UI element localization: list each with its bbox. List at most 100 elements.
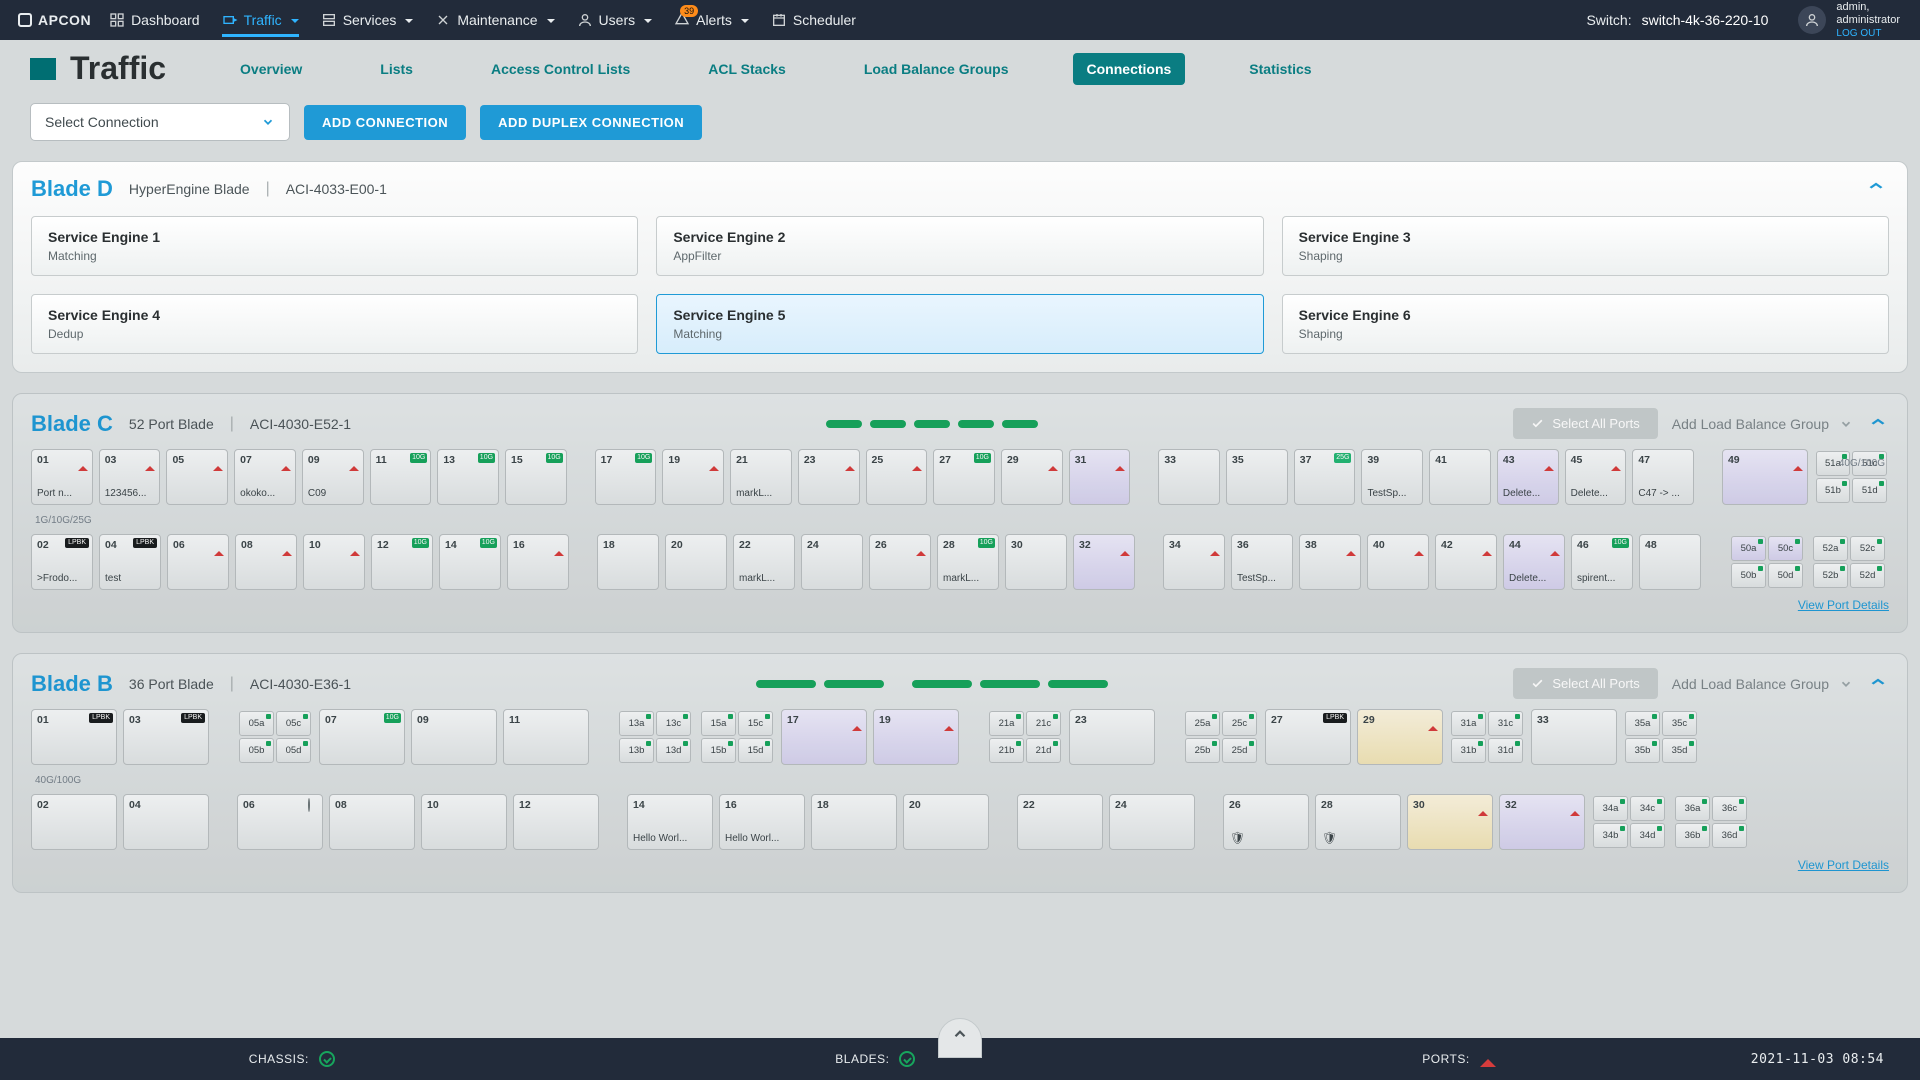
port[interactable]: 25 (866, 449, 928, 505)
subport[interactable]: 50b (1731, 563, 1766, 588)
port[interactable]: 3725G (1294, 449, 1356, 505)
port[interactable]: 40 (1367, 534, 1429, 590)
subport[interactable]: 36d (1712, 823, 1747, 848)
collapse-toggle[interactable] (1865, 178, 1887, 198)
view-port-details-link[interactable]: View Port Details (1798, 858, 1889, 872)
nav-item-scheduler[interactable]: Scheduler (771, 3, 856, 37)
port-quad[interactable]: 50a50c50b50d (1729, 534, 1805, 590)
subport[interactable]: 31d (1488, 738, 1523, 763)
subport[interactable]: 25d (1222, 738, 1257, 763)
service-engine-card[interactable]: Service Engine 4Dedup (31, 294, 638, 354)
collapse-toggle[interactable] (1867, 674, 1889, 694)
add-lbg-dropdown[interactable]: Add Load Balance Group (1672, 416, 1853, 432)
subport[interactable]: 51b (1816, 478, 1851, 503)
port[interactable]: 22 (1017, 794, 1103, 850)
port[interactable]: 18 (597, 534, 659, 590)
port-quad[interactable]: 21a21c21b21d (987, 709, 1063, 765)
service-engine-card[interactable]: Service Engine 2AppFilter (656, 216, 1263, 276)
port[interactable]: 02 (31, 794, 117, 850)
subport[interactable]: 52b (1813, 563, 1848, 588)
port[interactable]: 10 (303, 534, 365, 590)
subport[interactable]: 52d (1850, 563, 1885, 588)
tab-overview[interactable]: Overview (226, 53, 316, 85)
port[interactable]: 04LPBKtest (99, 534, 161, 590)
switch-indicator[interactable]: Switch: switch-4k-36-220-10 (1586, 12, 1768, 28)
subport[interactable]: 25c (1222, 711, 1257, 736)
port[interactable]: 1210G (371, 534, 433, 590)
port[interactable]: 1710G (595, 449, 657, 505)
port[interactable]: 09C09 (302, 449, 364, 505)
subport[interactable]: 36b (1675, 823, 1710, 848)
subport[interactable]: 52c (1850, 536, 1885, 561)
select-connection-dropdown[interactable]: Select Connection (30, 103, 290, 141)
port[interactable]: 16 (507, 534, 569, 590)
port[interactable]: 1110G (370, 449, 432, 505)
port[interactable]: 1510G (505, 449, 567, 505)
port[interactable]: 32 (1499, 794, 1585, 850)
port[interactable]: 23 (1069, 709, 1155, 765)
port[interactable]: 36TestSp... (1231, 534, 1293, 590)
subport[interactable]: 13a (619, 711, 654, 736)
port[interactable]: 30 (1005, 534, 1067, 590)
subport[interactable]: 15c (738, 711, 773, 736)
select-all-ports-button[interactable]: Select All Ports (1513, 668, 1657, 699)
port[interactable]: 03LPBK (123, 709, 209, 765)
nav-item-services[interactable]: Services (321, 3, 414, 37)
nav-item-users[interactable]: Users (577, 3, 653, 37)
view-port-details-link[interactable]: View Port Details (1798, 598, 1889, 612)
service-engine-card[interactable]: Service Engine 6Shaping (1282, 294, 1889, 354)
subport[interactable]: 15b (701, 738, 736, 763)
port-quad[interactable]: 35a35c35b35d (1623, 709, 1699, 765)
port[interactable]: 06 (237, 794, 323, 850)
port[interactable]: 18 (811, 794, 897, 850)
port[interactable]: 0710G (319, 709, 405, 765)
subport[interactable]: 36a (1675, 796, 1710, 821)
nav-item-maintenance[interactable]: Maintenance (435, 3, 554, 37)
subport[interactable]: 35a (1625, 711, 1660, 736)
port[interactable]: 03123456... (99, 449, 161, 505)
port-quad[interactable]: 52a52c52b52d (1811, 534, 1887, 590)
subport[interactable]: 25b (1185, 738, 1220, 763)
port[interactable]: 28🛡 (1315, 794, 1401, 850)
port[interactable]: 17 (781, 709, 867, 765)
port[interactable]: 27LPBK (1265, 709, 1351, 765)
tab-statistics[interactable]: Statistics (1235, 53, 1325, 85)
subport[interactable]: 34c (1630, 796, 1665, 821)
user-block[interactable]: admin, administrator LOG OUT (1798, 1, 1900, 40)
logout-link[interactable]: LOG OUT (1836, 28, 1881, 39)
subport[interactable]: 13d (656, 738, 691, 763)
subport[interactable]: 13c (656, 711, 691, 736)
service-engine-card[interactable]: Service Engine 1Matching (31, 216, 638, 276)
subport[interactable]: 34a (1593, 796, 1628, 821)
port[interactable]: 20 (903, 794, 989, 850)
port[interactable]: 04 (123, 794, 209, 850)
port[interactable]: 14Hello Worl... (627, 794, 713, 850)
nav-item-traffic[interactable]: Traffic (222, 3, 299, 37)
port-quad[interactable]: 34a34c34b34d (1591, 794, 1667, 850)
subport[interactable]: 35b (1625, 738, 1660, 763)
port[interactable]: 39TestSp... (1361, 449, 1423, 505)
subport[interactable]: 50c (1768, 536, 1803, 561)
port[interactable]: 19 (662, 449, 724, 505)
port[interactable]: 24 (801, 534, 863, 590)
port[interactable]: 44Delete... (1503, 534, 1565, 590)
port[interactable]: 19 (873, 709, 959, 765)
subport[interactable]: 36c (1712, 796, 1747, 821)
footer-expand-toggle[interactable] (938, 1018, 982, 1058)
subport[interactable]: 21b (989, 738, 1024, 763)
port-quad[interactable]: 25a25c25b25d (1183, 709, 1259, 765)
subport[interactable]: 05d (276, 738, 311, 763)
port[interactable]: 34 (1163, 534, 1225, 590)
port[interactable]: 12 (513, 794, 599, 850)
nav-item-alerts[interactable]: 39Alerts (674, 2, 749, 39)
port[interactable]: 21markL... (730, 449, 792, 505)
port-quad[interactable]: 15a15c15b15d (699, 709, 775, 765)
port[interactable]: 35 (1226, 449, 1288, 505)
subport[interactable]: 05c (276, 711, 311, 736)
subport[interactable]: 31c (1488, 711, 1523, 736)
port[interactable]: 2810GmarkL... (937, 534, 999, 590)
subport[interactable]: 31a (1451, 711, 1486, 736)
port[interactable]: 26🛡 (1223, 794, 1309, 850)
subport[interactable]: 35d (1662, 738, 1697, 763)
port[interactable]: 33 (1531, 709, 1617, 765)
